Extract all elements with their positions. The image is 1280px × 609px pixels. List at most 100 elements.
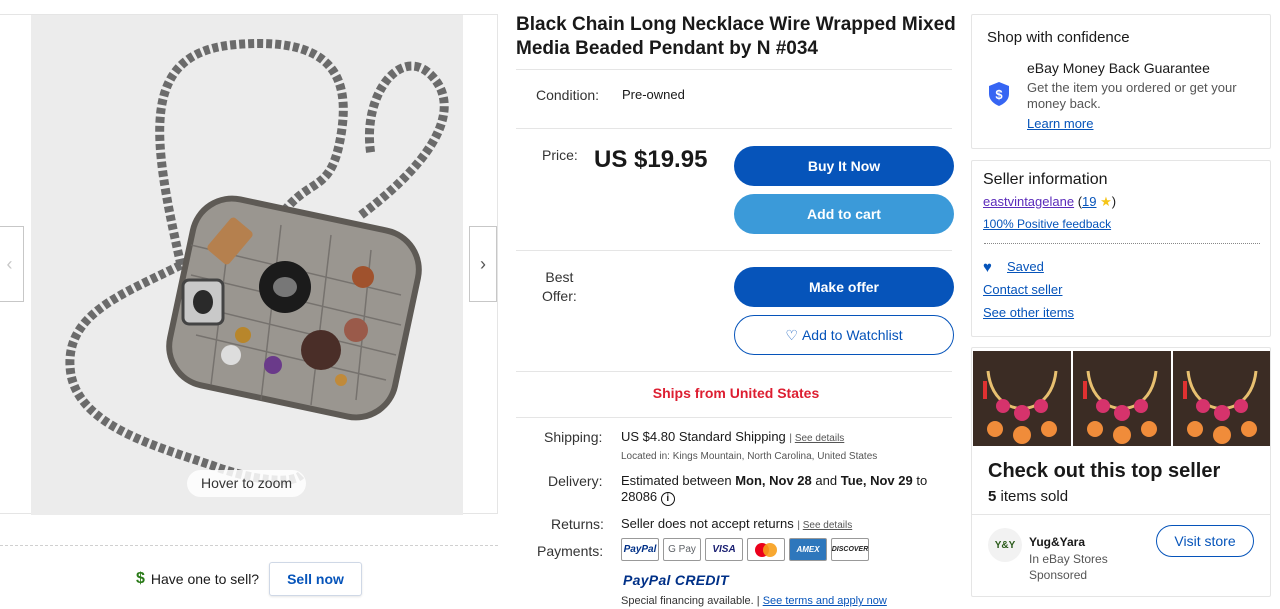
- jewelry-photo: [973, 351, 1071, 446]
- dotted-divider: [984, 243, 1260, 244]
- svg-text:$: $: [995, 87, 1003, 102]
- add-to-cart-button[interactable]: Add to cart: [734, 194, 954, 234]
- seller-information-card: Seller information eastvintagelane (19 ★…: [971, 160, 1271, 337]
- shop-with-confidence-card: Shop with confidence $ eBay Money Back G…: [971, 14, 1271, 149]
- positive-feedback-link[interactable]: 100% Positive feedback: [983, 217, 1111, 231]
- top-seller-promo-card: Check out this top seller 5 items sold Y…: [971, 347, 1271, 597]
- returns-value: Seller does not accept returns | See det…: [621, 516, 853, 531]
- prev-image-button[interactable]: ‹: [0, 226, 24, 302]
- zoom-hint: Hover to zoom: [187, 470, 307, 497]
- returns-see-details-link[interactable]: See details: [803, 520, 852, 531]
- delivery-prefix: Estimated between: [621, 473, 732, 488]
- info-icon[interactable]: i: [660, 492, 675, 506]
- financing-text: Special financing available.: [621, 595, 754, 607]
- delivery-end: Tue, Nov 29: [840, 473, 913, 488]
- promo-product-image[interactable]: [1073, 351, 1171, 446]
- store-name[interactable]: Yug&Yara: [1029, 534, 1085, 550]
- sell-prompt-row: $ Have one to sell? Sell now: [136, 561, 362, 597]
- jewelry-photo: [1173, 351, 1270, 446]
- feedback-score-link[interactable]: 19: [1082, 194, 1096, 209]
- delivery-and: and: [815, 473, 838, 488]
- shield-dollar-icon: $: [989, 82, 1009, 106]
- sold-count-suffix: items sold: [1000, 488, 1069, 505]
- buy-it-now-button[interactable]: Buy It Now: [734, 146, 954, 186]
- chevron-right-icon: ›: [480, 253, 486, 274]
- ships-from: Ships from United States: [652, 385, 820, 401]
- promo-sold-count: 5 items sold: [988, 488, 1068, 505]
- image-gallery: ‹ › Hover to zoom: [0, 14, 498, 515]
- payments-label: Payments:: [537, 543, 604, 559]
- star-icon: ★: [1100, 194, 1112, 209]
- best-offer-label: Best Offer:: [542, 268, 577, 306]
- divider: [516, 250, 952, 251]
- condition-value: Pre-owned: [622, 87, 685, 102]
- shipping-label: Shipping:: [544, 429, 603, 445]
- visa-badge: VISA: [705, 538, 743, 561]
- financing-info: Special financing available. | See terms…: [621, 595, 887, 607]
- delivery-start: Mon, Nov 28: [735, 473, 812, 488]
- shipping-see-details-link[interactable]: See details: [795, 433, 844, 444]
- store-subtitle: In eBay Stores: [1029, 552, 1108, 566]
- best-offer-label-line1: Best: [545, 269, 574, 285]
- divider: [516, 417, 952, 418]
- visit-store-button[interactable]: Visit store: [1156, 525, 1254, 557]
- sponsored-label: Sponsored: [1029, 568, 1088, 582]
- divider: [972, 514, 1270, 515]
- shipping-cost: US $4.80 Standard Shipping: [621, 429, 786, 444]
- amex-badge: AMEX: [789, 538, 827, 561]
- divider: [516, 128, 952, 129]
- mastercard-icon: [755, 542, 777, 557]
- delivery-value: Estimated between Mon, Nov 28 and Tue, N…: [621, 473, 956, 506]
- sell-now-button[interactable]: Sell now: [269, 562, 362, 596]
- dollar-icon: $: [136, 570, 145, 587]
- seller-name-row: eastvintagelane (19 ★): [983, 194, 1117, 209]
- store-logo[interactable]: Y&Y: [988, 528, 1022, 562]
- discover-badge: DISCOVER: [831, 538, 869, 561]
- shipping-value: US $4.80 Standard Shipping | See details: [621, 429, 845, 444]
- sold-count-number: 5: [988, 488, 997, 505]
- guarantee-text: Get the item you ordered or get your mon…: [1027, 80, 1237, 111]
- google-pay-badge: G Pay: [663, 538, 701, 561]
- next-image-button[interactable]: ›: [469, 226, 497, 302]
- returns-label: Returns:: [551, 516, 604, 532]
- price-value: US $19.95: [594, 146, 708, 173]
- promo-product-image[interactable]: [973, 351, 1071, 446]
- mastercard-badge: [747, 538, 785, 561]
- financing-terms-link[interactable]: See terms and apply now: [763, 595, 887, 607]
- chevron-left-icon: ‹: [6, 253, 13, 274]
- item-location: Located in: Kings Mountain, North Caroli…: [621, 451, 878, 462]
- confidence-title: Shop with confidence: [987, 29, 1130, 46]
- condition-label: Condition:: [536, 87, 600, 103]
- promo-product-image[interactable]: [1173, 351, 1270, 446]
- divider: [516, 371, 952, 372]
- divider: [516, 69, 952, 70]
- delivery-zip: 28086: [621, 489, 658, 504]
- returns-text: Seller does not accept returns: [621, 516, 794, 531]
- delivery-label: Delivery:: [548, 473, 603, 489]
- paypal-badge: PayPal: [621, 538, 659, 561]
- sell-prompt-text: Have one to sell?: [150, 571, 260, 587]
- necklace-photo: [31, 15, 463, 515]
- promo-title: Check out this top seller: [988, 460, 1221, 482]
- product-image[interactable]: [31, 15, 463, 515]
- price-label: Price:: [542, 147, 578, 163]
- add-to-watchlist-button[interactable]: ♡ Add to Watchlist: [734, 315, 954, 355]
- paypal-credit-logo: PayPal CREDIT: [623, 572, 729, 588]
- saved-seller-link[interactable]: Saved: [1007, 259, 1044, 274]
- heart-filled-icon: ♥: [983, 259, 992, 276]
- best-offer-label-line2: Offer:: [542, 288, 577, 304]
- add-to-watchlist-label: Add to Watchlist: [801, 327, 903, 343]
- see-other-items-link[interactable]: See other items: [983, 305, 1074, 320]
- seller-info-title: Seller information: [983, 171, 1108, 188]
- seller-name-link[interactable]: eastvintagelane: [983, 194, 1074, 209]
- heart-outline-icon: ♡: [785, 326, 798, 343]
- payment-methods: PayPal G Pay VISA AMEX DISCOVER: [621, 538, 869, 561]
- guarantee-title: eBay Money Back Guarantee: [1027, 60, 1210, 76]
- jewelry-photo: [1073, 351, 1171, 446]
- item-title: Black Chain Long Necklace Wire Wrapped M…: [516, 14, 956, 59]
- delivery-to: to: [916, 473, 928, 488]
- sell-divider: [0, 545, 498, 546]
- contact-seller-link[interactable]: Contact seller: [983, 282, 1062, 297]
- make-offer-button[interactable]: Make offer: [734, 267, 954, 307]
- learn-more-link[interactable]: Learn more: [1027, 116, 1093, 131]
